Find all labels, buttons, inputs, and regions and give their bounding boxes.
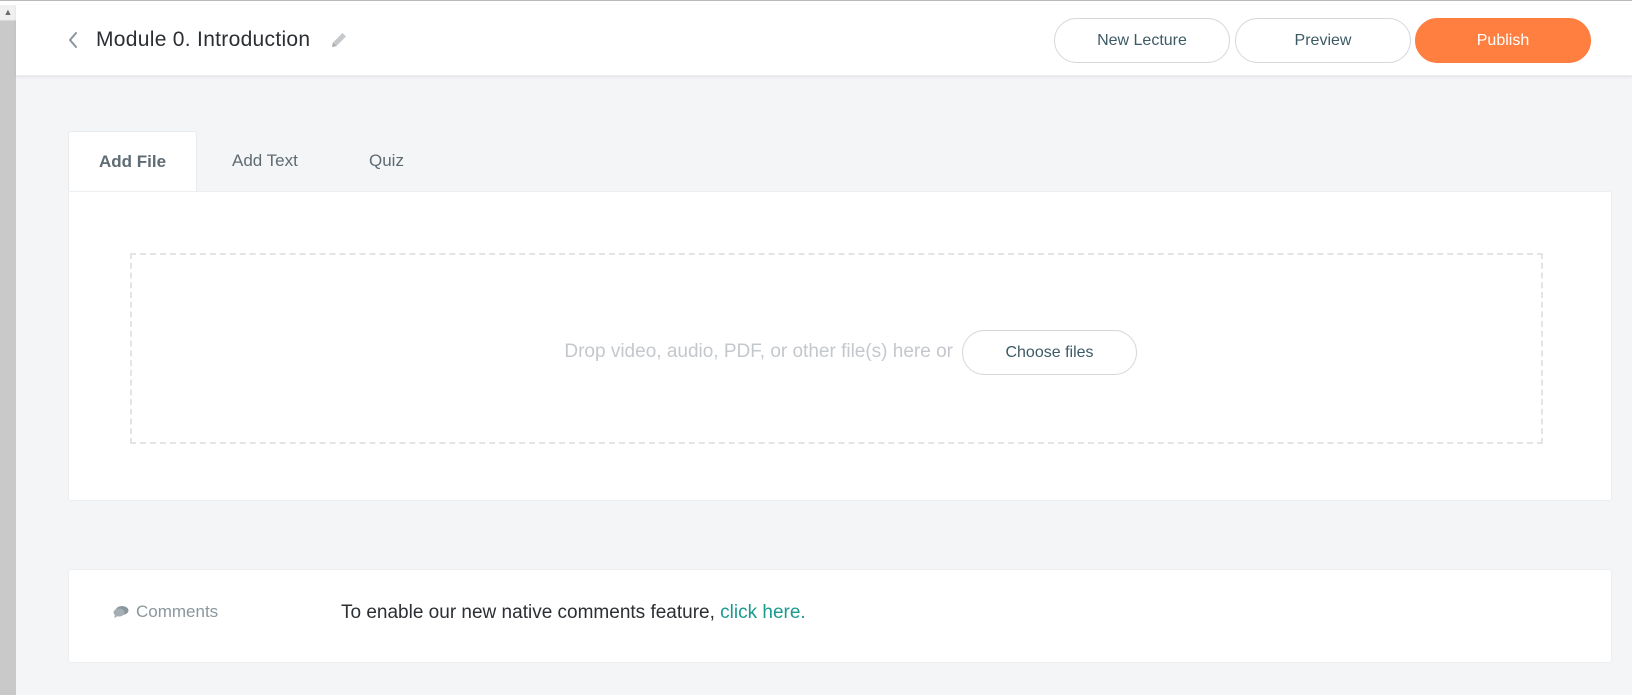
scroll-up-arrow-icon[interactable]: ▲ <box>0 5 16 21</box>
tab-add-file[interactable]: Add File <box>68 131 197 191</box>
comments-message-text: To enable our new native comments featur… <box>341 602 715 623</box>
file-dropzone[interactable]: Drop video, audio, PDF, or other file(s)… <box>130 253 1543 444</box>
edit-title-button[interactable] <box>329 30 351 52</box>
page-title: Module 0. Introduction <box>96 28 311 51</box>
tab-add-text[interactable]: Add Text <box>232 131 298 191</box>
enable-comments-link[interactable]: click here. <box>720 602 806 623</box>
tab-quiz[interactable]: Quiz <box>369 131 404 191</box>
vertical-scrollbar[interactable]: ▲ <box>0 5 16 695</box>
new-lecture-button[interactable]: New Lecture <box>1054 18 1230 63</box>
comments-card: Comments To enable our new native commen… <box>68 569 1612 663</box>
chevron-left-icon <box>69 32 77 48</box>
comment-bubble-icon <box>113 606 129 618</box>
comments-label: Comments <box>113 601 218 623</box>
back-button[interactable] <box>63 27 83 53</box>
publish-button[interactable]: Publish <box>1415 18 1591 63</box>
choose-files-button[interactable]: Choose files <box>962 330 1137 375</box>
pencil-icon <box>332 33 346 47</box>
dropzone-instructions: Drop video, audio, PDF, or other file(s)… <box>564 341 953 362</box>
upload-card: Drop video, audio, PDF, or other file(s)… <box>68 191 1612 501</box>
window-frame: ▲ Module 0. Introduction New Lecture Pre… <box>0 0 1632 695</box>
content-area: Module 0. Introduction New Lecture Previ… <box>16 5 1632 695</box>
preview-button[interactable]: Preview <box>1235 18 1411 63</box>
header-bar: Module 0. Introduction New Lecture Previ… <box>16 5 1632 76</box>
comments-label-text: Comments <box>136 602 219 621</box>
comments-message: To enable our new native comments featur… <box>341 601 806 625</box>
